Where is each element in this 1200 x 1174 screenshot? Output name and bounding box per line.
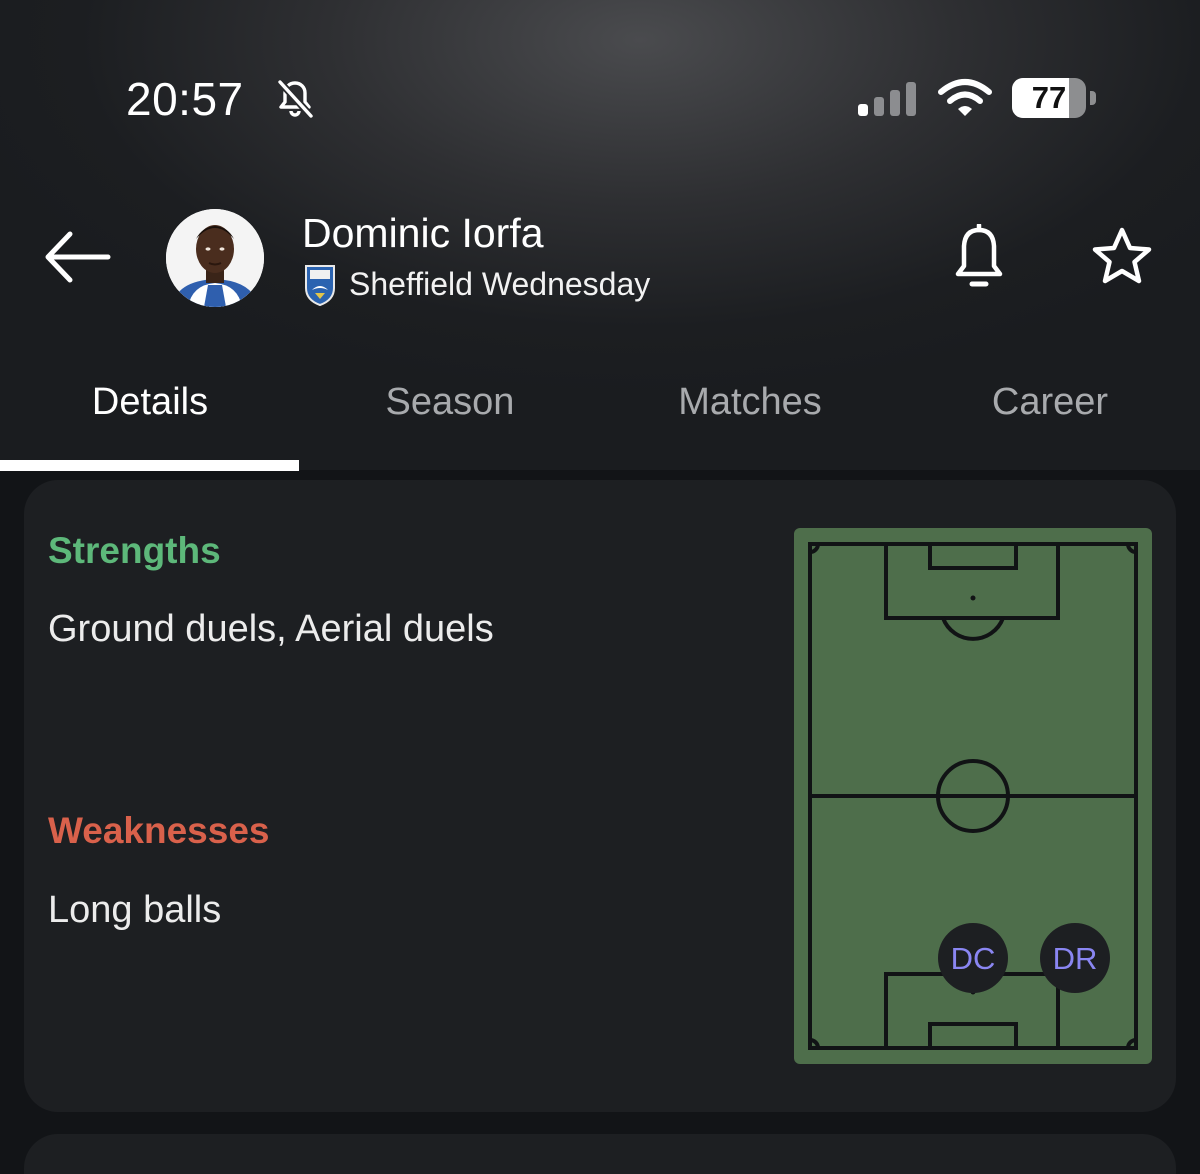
strengths-text: Ground duels, Aerial duels — [48, 608, 494, 650]
penalty-spot-top — [970, 595, 976, 601]
position-marker-dr: DR — [1040, 923, 1110, 993]
active-tab-indicator — [0, 460, 299, 471]
position-marker-dc: DC — [938, 923, 1008, 993]
weaknesses-title: Weaknesses — [48, 810, 270, 851]
star-icon[interactable] — [1090, 226, 1154, 288]
player-photo — [166, 209, 264, 307]
battery-body: 77 — [1012, 78, 1086, 118]
header: 20:57 77 Dominic Iorfa Sheffield Wednesd… — [0, 0, 1200, 472]
tab-matches[interactable]: Matches — [600, 360, 900, 444]
weaknesses-text: Long balls — [48, 889, 222, 931]
tab-season[interactable]: Season — [300, 360, 600, 444]
bell-slash-icon — [277, 79, 314, 119]
bell-icon[interactable] — [950, 224, 1008, 290]
battery-level: 77 — [1031, 80, 1067, 115]
status-time: 20:57 — [126, 73, 244, 125]
tab-bar: Details Season Matches Career — [0, 360, 1200, 472]
club-crest-icon — [305, 265, 335, 306]
strengths-title: Strengths — [48, 530, 221, 571]
position-label-dr: DR — [1053, 941, 1098, 976]
battery-nub — [1090, 91, 1096, 105]
wifi-icon — [938, 79, 992, 116]
details-card: Strengths Ground duels, Aerial duels Wea… — [24, 480, 1176, 1112]
tab-career[interactable]: Career — [900, 360, 1200, 444]
battery-icon: 77 — [1012, 78, 1096, 118]
club-name[interactable]: Sheffield Wednesday — [349, 266, 650, 303]
cellular-signal-icon — [858, 82, 916, 116]
avatar — [166, 209, 264, 307]
tab-details[interactable]: Details — [0, 360, 300, 444]
next-card — [24, 1134, 1176, 1174]
position-pitch: DC DR — [794, 528, 1152, 1064]
position-label-dc: DC — [951, 941, 996, 976]
player-name: Dominic Iorfa — [302, 210, 544, 256]
arrow-left-icon[interactable] — [40, 222, 114, 292]
